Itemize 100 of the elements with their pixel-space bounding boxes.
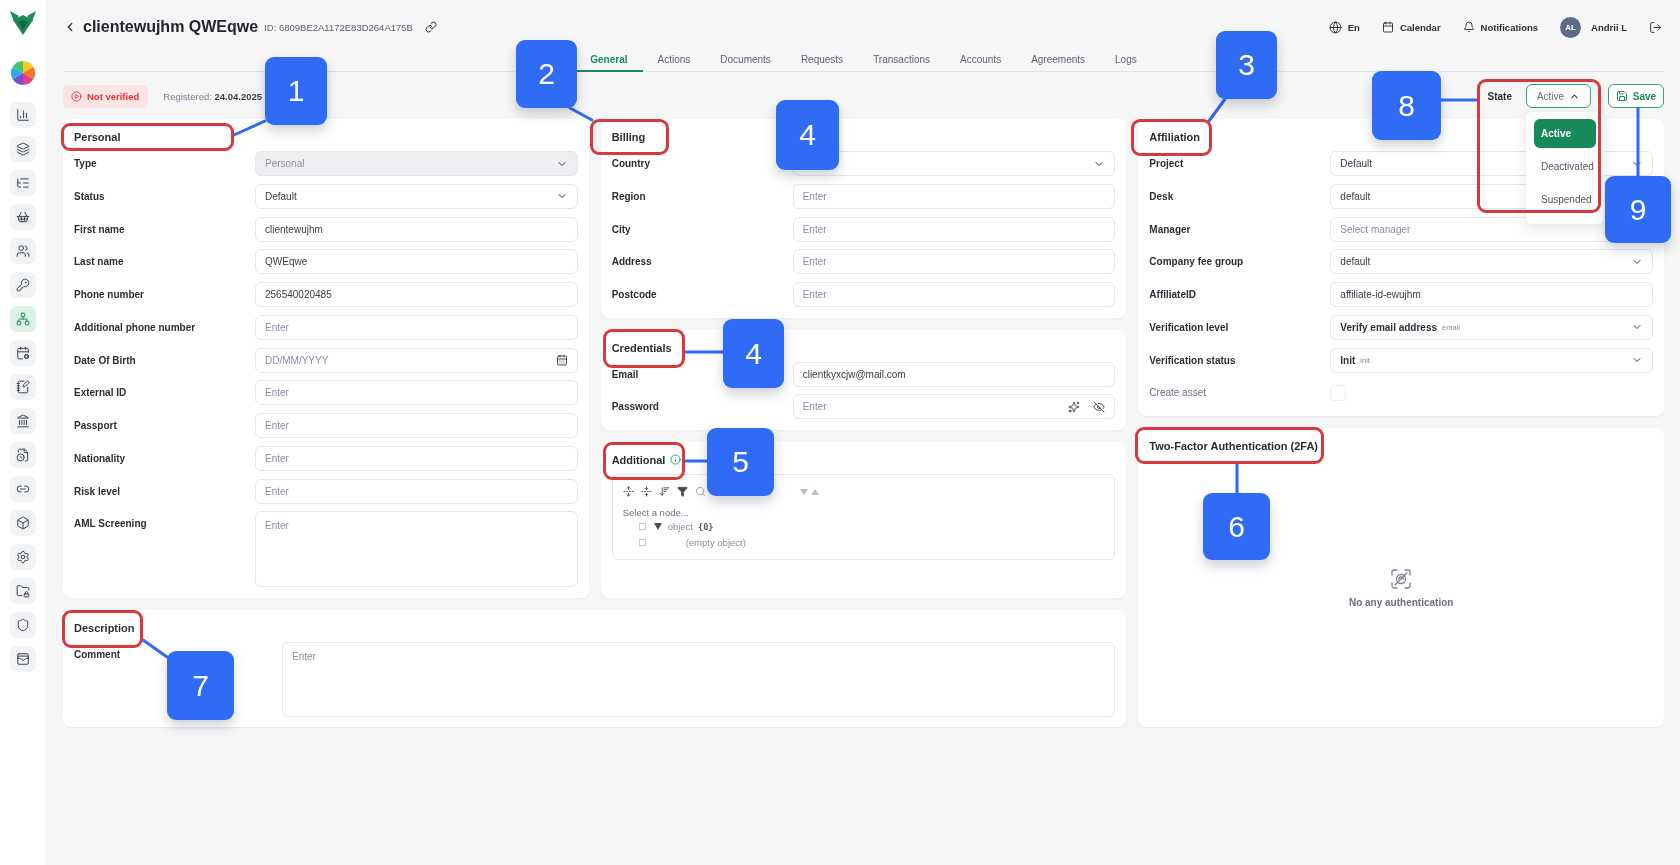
color-wheel-icon[interactable] [11, 61, 35, 85]
tab[interactable]: Requests [785, 48, 859, 72]
field-label: Create asset [1149, 386, 1207, 401]
settings-icon [16, 550, 30, 564]
field-label: Email [611, 367, 639, 382]
input-field[interactable]: QWEqwe [255, 249, 578, 275]
section-title: Additional [611, 453, 666, 466]
page-title: clientewujhm QWEqwe [83, 18, 259, 36]
verification-status: Not verified [87, 90, 140, 102]
sidebar-button[interactable] [10, 238, 36, 264]
logout-button[interactable] [1649, 20, 1662, 34]
section-title: Credentials [611, 341, 672, 354]
input-field[interactable]: Enter [792, 216, 1116, 242]
callout-line [141, 638, 169, 659]
tab[interactable]: Documents [705, 48, 786, 72]
link-icon [424, 21, 437, 33]
sidebar-button[interactable] [10, 476, 36, 502]
notifications-button[interactable]: Notifications [1462, 21, 1539, 33]
tab[interactable]: Transactions [858, 48, 945, 72]
shield-icon [16, 618, 30, 632]
input-field[interactable]: Enter [255, 380, 578, 406]
section-title: Affiliation [1149, 131, 1201, 143]
sparkle-icon[interactable] [1068, 400, 1081, 413]
tab[interactable]: Accounts [945, 48, 1017, 72]
bell-icon [1462, 21, 1475, 33]
eye-off-icon[interactable] [1093, 400, 1106, 413]
field-label: Company fee group [1149, 255, 1244, 270]
callout-number: 9 [1605, 176, 1671, 243]
password-field[interactable]: Enter [792, 394, 1116, 420]
state-select[interactable]: Active [1526, 84, 1591, 108]
user-name[interactable]: Andrii L [1591, 21, 1627, 33]
field-label: Date Of Birth [74, 353, 136, 368]
input-field[interactable]: Enter [792, 183, 1116, 209]
copy-link-button[interactable] [424, 21, 437, 33]
registered-date: Registered: 24.04.2025 [163, 90, 263, 102]
input-field[interactable]: Enter [255, 445, 578, 471]
sidebar-button[interactable] [10, 102, 36, 128]
sidebar-button[interactable] [10, 272, 36, 298]
menu-option[interactable]: Active [1534, 119, 1596, 148]
callout-line [568, 106, 594, 122]
input-field[interactable]: Enter [255, 478, 578, 504]
sidebar-button[interactable] [10, 544, 36, 570]
avatar[interactable]: AL [1560, 16, 1582, 38]
input-field[interactable]: Enter [255, 413, 578, 438]
sidebar-button[interactable] [10, 340, 36, 366]
textarea-field[interactable]: Enter [282, 641, 1116, 717]
input-field[interactable]: clientkyxcjw@mail.com [792, 361, 1116, 387]
bank-icon [16, 414, 30, 428]
record-id: ID: 6809BE2A1172E83D264A175B [264, 21, 413, 33]
unfold-icon[interactable] [622, 486, 634, 498]
callout-line [1235, 462, 1239, 495]
field-label: Address [611, 255, 652, 270]
link-icon [16, 482, 30, 496]
input-field[interactable]: Enter [792, 249, 1116, 275]
tab[interactable]: Agreements [1016, 48, 1101, 72]
section-title: Description [74, 621, 135, 634]
tab[interactable]: Actions [642, 48, 706, 72]
input-field[interactable]: 256540020485 [255, 282, 578, 307]
input-field[interactable]: Enter [792, 282, 1116, 307]
input-field[interactable]: affiliate-id-ewujhm [1330, 282, 1653, 307]
section-title: Personal [74, 131, 121, 143]
field-label: Desk [1149, 189, 1174, 204]
info-icon[interactable] [670, 454, 682, 466]
callout-number: 7 [167, 651, 234, 720]
callout-line [1439, 98, 1479, 102]
sidebar-button[interactable] [10, 136, 36, 162]
fold-icon[interactable] [640, 486, 652, 498]
input-field[interactable]: clientewujhm [255, 216, 578, 242]
textarea-field[interactable]: Enter [255, 511, 578, 588]
field-label: City [611, 222, 631, 237]
sidebar-button[interactable] [10, 442, 36, 468]
date-field[interactable]: DD/MM/YYYY [255, 347, 578, 373]
notebook-icon [16, 380, 30, 394]
sidebar-button[interactable] [10, 646, 36, 672]
file-clock-icon [16, 448, 30, 462]
field-label: Phone number [74, 288, 144, 302]
select-field[interactable]: default [1330, 249, 1653, 275]
calendar-button[interactable]: Calendar [1381, 21, 1441, 33]
tab[interactable]: Logs [1100, 48, 1152, 72]
sidebar-button[interactable] [10, 374, 36, 400]
sidebar-button[interactable] [10, 578, 36, 604]
state-label: State [1487, 90, 1512, 102]
network-icon [16, 312, 30, 326]
field-label: Passport [74, 419, 117, 433]
save-icon [1615, 90, 1628, 102]
input-field[interactable]: Enter [255, 314, 578, 340]
caret-icon[interactable] [653, 523, 662, 531]
navigation-hint: Select a node... [622, 506, 690, 519]
sort-icon[interactable] [658, 486, 670, 498]
sidebar-button[interactable] [10, 510, 36, 536]
sidebar-button[interactable] [10, 612, 36, 638]
field-label: Password [611, 400, 659, 415]
select-field[interactable]: Default [255, 183, 578, 209]
fox-logo[interactable] [10, 11, 36, 35]
language-button[interactable]: En [1328, 20, 1360, 34]
sidebar-button[interactable] [10, 408, 36, 434]
filter-icon[interactable] [676, 486, 688, 498]
layers-icon [16, 142, 30, 156]
sidebar-button[interactable] [10, 204, 36, 230]
save-button[interactable]: Save [1608, 84, 1664, 108]
